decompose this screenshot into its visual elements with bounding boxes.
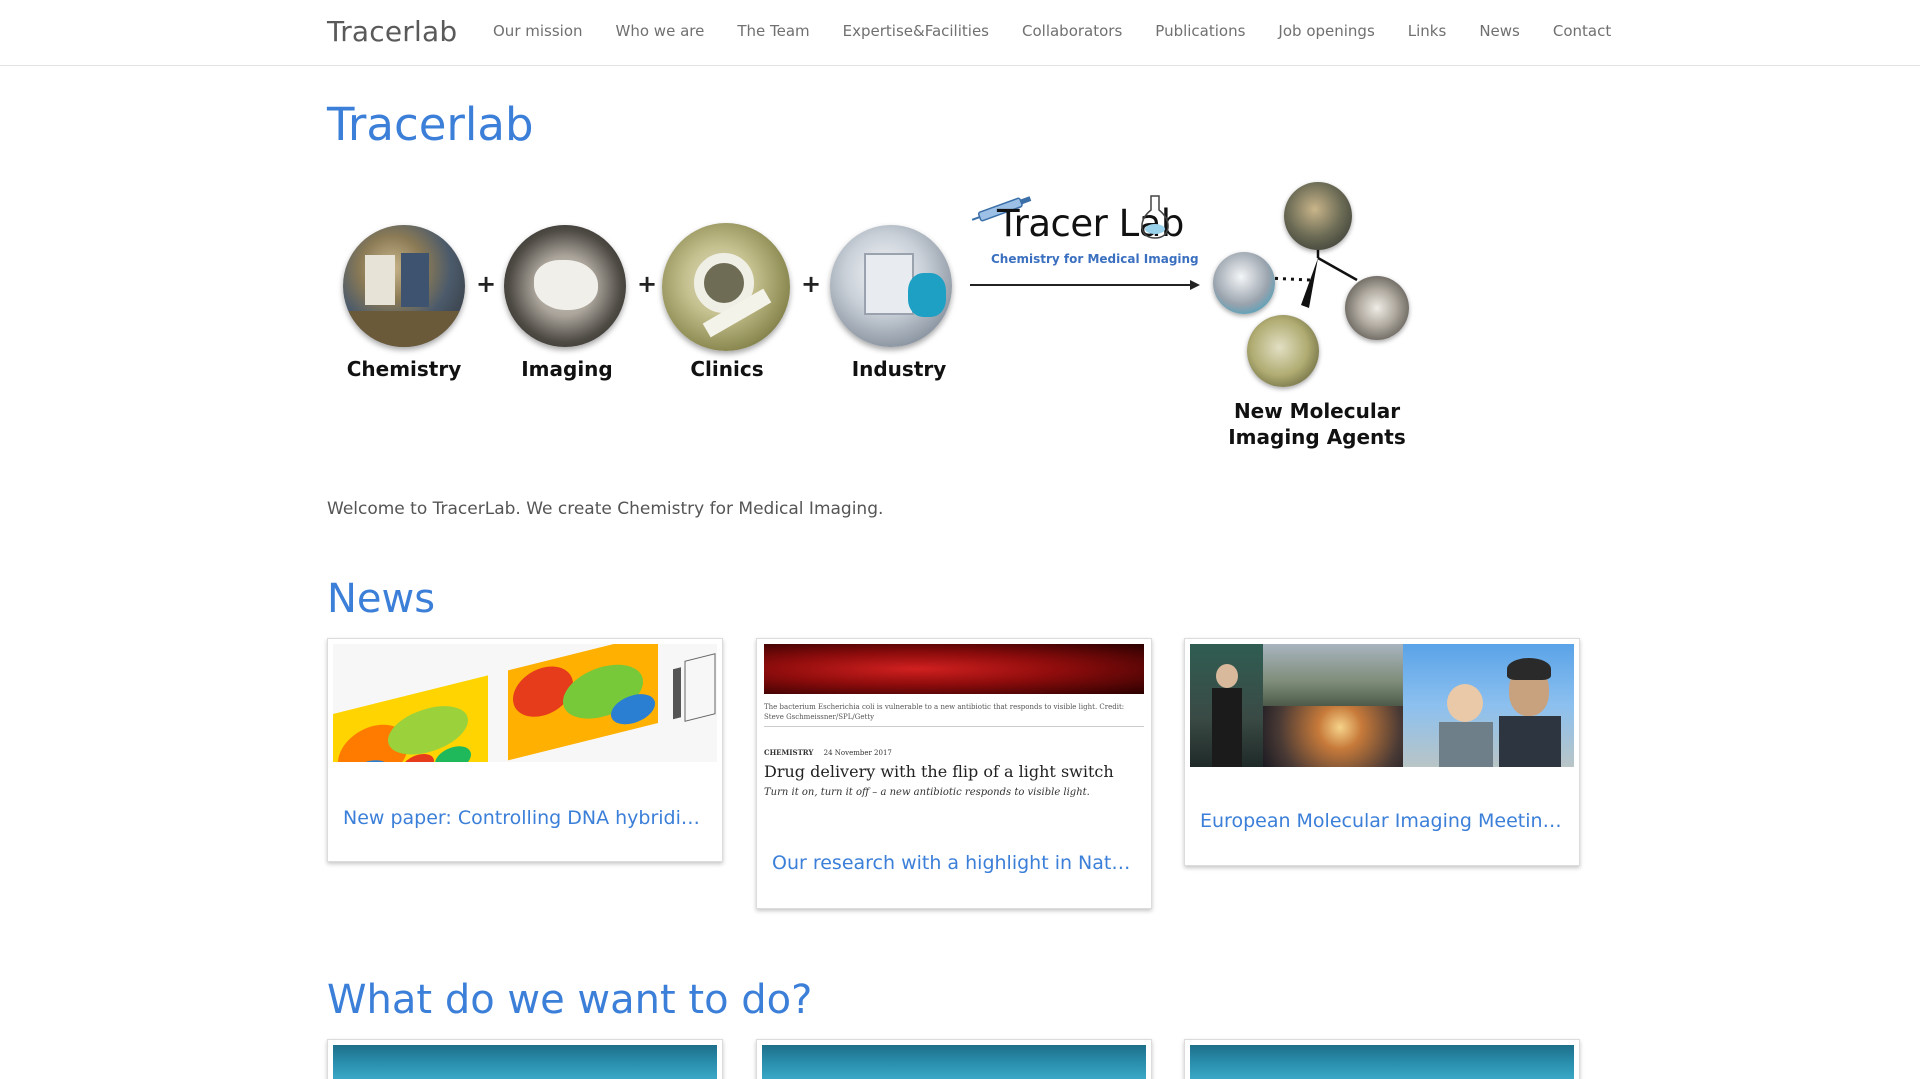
clip-category: CHEMISTRY [764, 748, 814, 757]
clip-date: 24 November 2017 [823, 749, 892, 757]
label-chemistry: Chemistry [346, 357, 462, 381]
result-line-1: New Molecular [1233, 399, 1401, 423]
hero-figure: Chemistry + Imaging + Clinics + Industry… [327, 170, 1427, 460]
what-do-we-want-heading: What do we want to do? [327, 977, 813, 1023]
news-card-title[interactable]: New paper: Controlling DNA hybridisati..… [343, 807, 709, 829]
goal-card[interactable] [327, 1039, 723, 1079]
molecule-node-clinics [1247, 315, 1319, 387]
label-industry: Industry [851, 357, 947, 381]
plus-sign: + [801, 270, 822, 298]
molecule-node-industry [1213, 252, 1275, 314]
plus-sign: + [476, 270, 497, 298]
main-nav: Our mission Who we are The Team Expertis… [493, 22, 1611, 40]
molecule-node-chemistry [1284, 182, 1352, 250]
nav-item-publications[interactable]: Publications [1155, 22, 1245, 40]
news-card[interactable]: European Molecular Imaging Meeting 2... [1184, 638, 1580, 866]
nav-item-job-openings[interactable]: Job openings [1278, 22, 1374, 40]
brand-link[interactable]: Tracerlab [327, 15, 457, 48]
ocean-image [1190, 1045, 1574, 1079]
industry-photo [830, 225, 952, 347]
top-navbar: Tracerlab Our mission Who we are The Tea… [0, 0, 1920, 66]
flask-icon [1141, 195, 1169, 239]
goal-card[interactable] [756, 1039, 1152, 1079]
news-card-title[interactable]: Our research with a highlight in Nature [772, 852, 1138, 874]
clip-standfirst: Turn it on, turn it off – a new antibiot… [764, 787, 1090, 798]
goal-card[interactable] [1184, 1039, 1580, 1079]
ocean-image [762, 1045, 1146, 1079]
result-line-2: Imaging Agents [1228, 425, 1406, 449]
nav-item-our-mission[interactable]: Our mission [493, 22, 583, 40]
nav-item-news[interactable]: News [1479, 22, 1520, 40]
nav-item-collaborators[interactable]: Collaborators [1022, 22, 1122, 40]
news-card[interactable]: The bacterium Escherichia coli is vulner… [756, 638, 1152, 909]
plus-sign: + [637, 270, 658, 298]
nav-item-the-team[interactable]: The Team [737, 22, 809, 40]
clinics-photo [662, 223, 790, 351]
imaging-photo [504, 225, 626, 347]
heatmap-image [333, 644, 717, 762]
clip-headline: Drug delivery with the flip of a light s… [764, 762, 1114, 781]
news-card[interactable]: New paper: Controlling DNA hybridisati..… [327, 638, 723, 862]
tracerlab-logo-subtitle: Chemistry for Medical Imaging [991, 252, 1199, 266]
nav-item-contact[interactable]: Contact [1553, 22, 1611, 40]
news-card-title[interactable]: European Molecular Imaging Meeting 2... [1200, 810, 1566, 832]
label-clinics: Clinics [690, 357, 764, 381]
ocean-image [333, 1045, 717, 1079]
nav-item-who-we-are[interactable]: Who we are [616, 22, 705, 40]
chemistry-photo [343, 225, 465, 347]
welcome-text: Welcome to TracerLab. We create Chemistr… [327, 499, 884, 519]
page-title: Tracerlab [327, 98, 534, 151]
nature-clipping-image: The bacterium Escherichia coli is vulner… [762, 644, 1146, 834]
clip-caption: The bacterium Escherichia coli is vulner… [764, 703, 1125, 721]
meeting-photo-collage [1190, 644, 1574, 767]
news-heading: News [327, 576, 436, 622]
label-imaging: Imaging [521, 357, 613, 381]
nav-item-links[interactable]: Links [1408, 22, 1447, 40]
new-imaging-agents-label: New Molecular Imaging Agents [1207, 398, 1427, 450]
arrow-right-icon [970, 280, 1200, 290]
molecule-node-imaging [1345, 276, 1409, 340]
nav-item-expertise-facilities[interactable]: Expertise&Facilities [843, 22, 989, 40]
